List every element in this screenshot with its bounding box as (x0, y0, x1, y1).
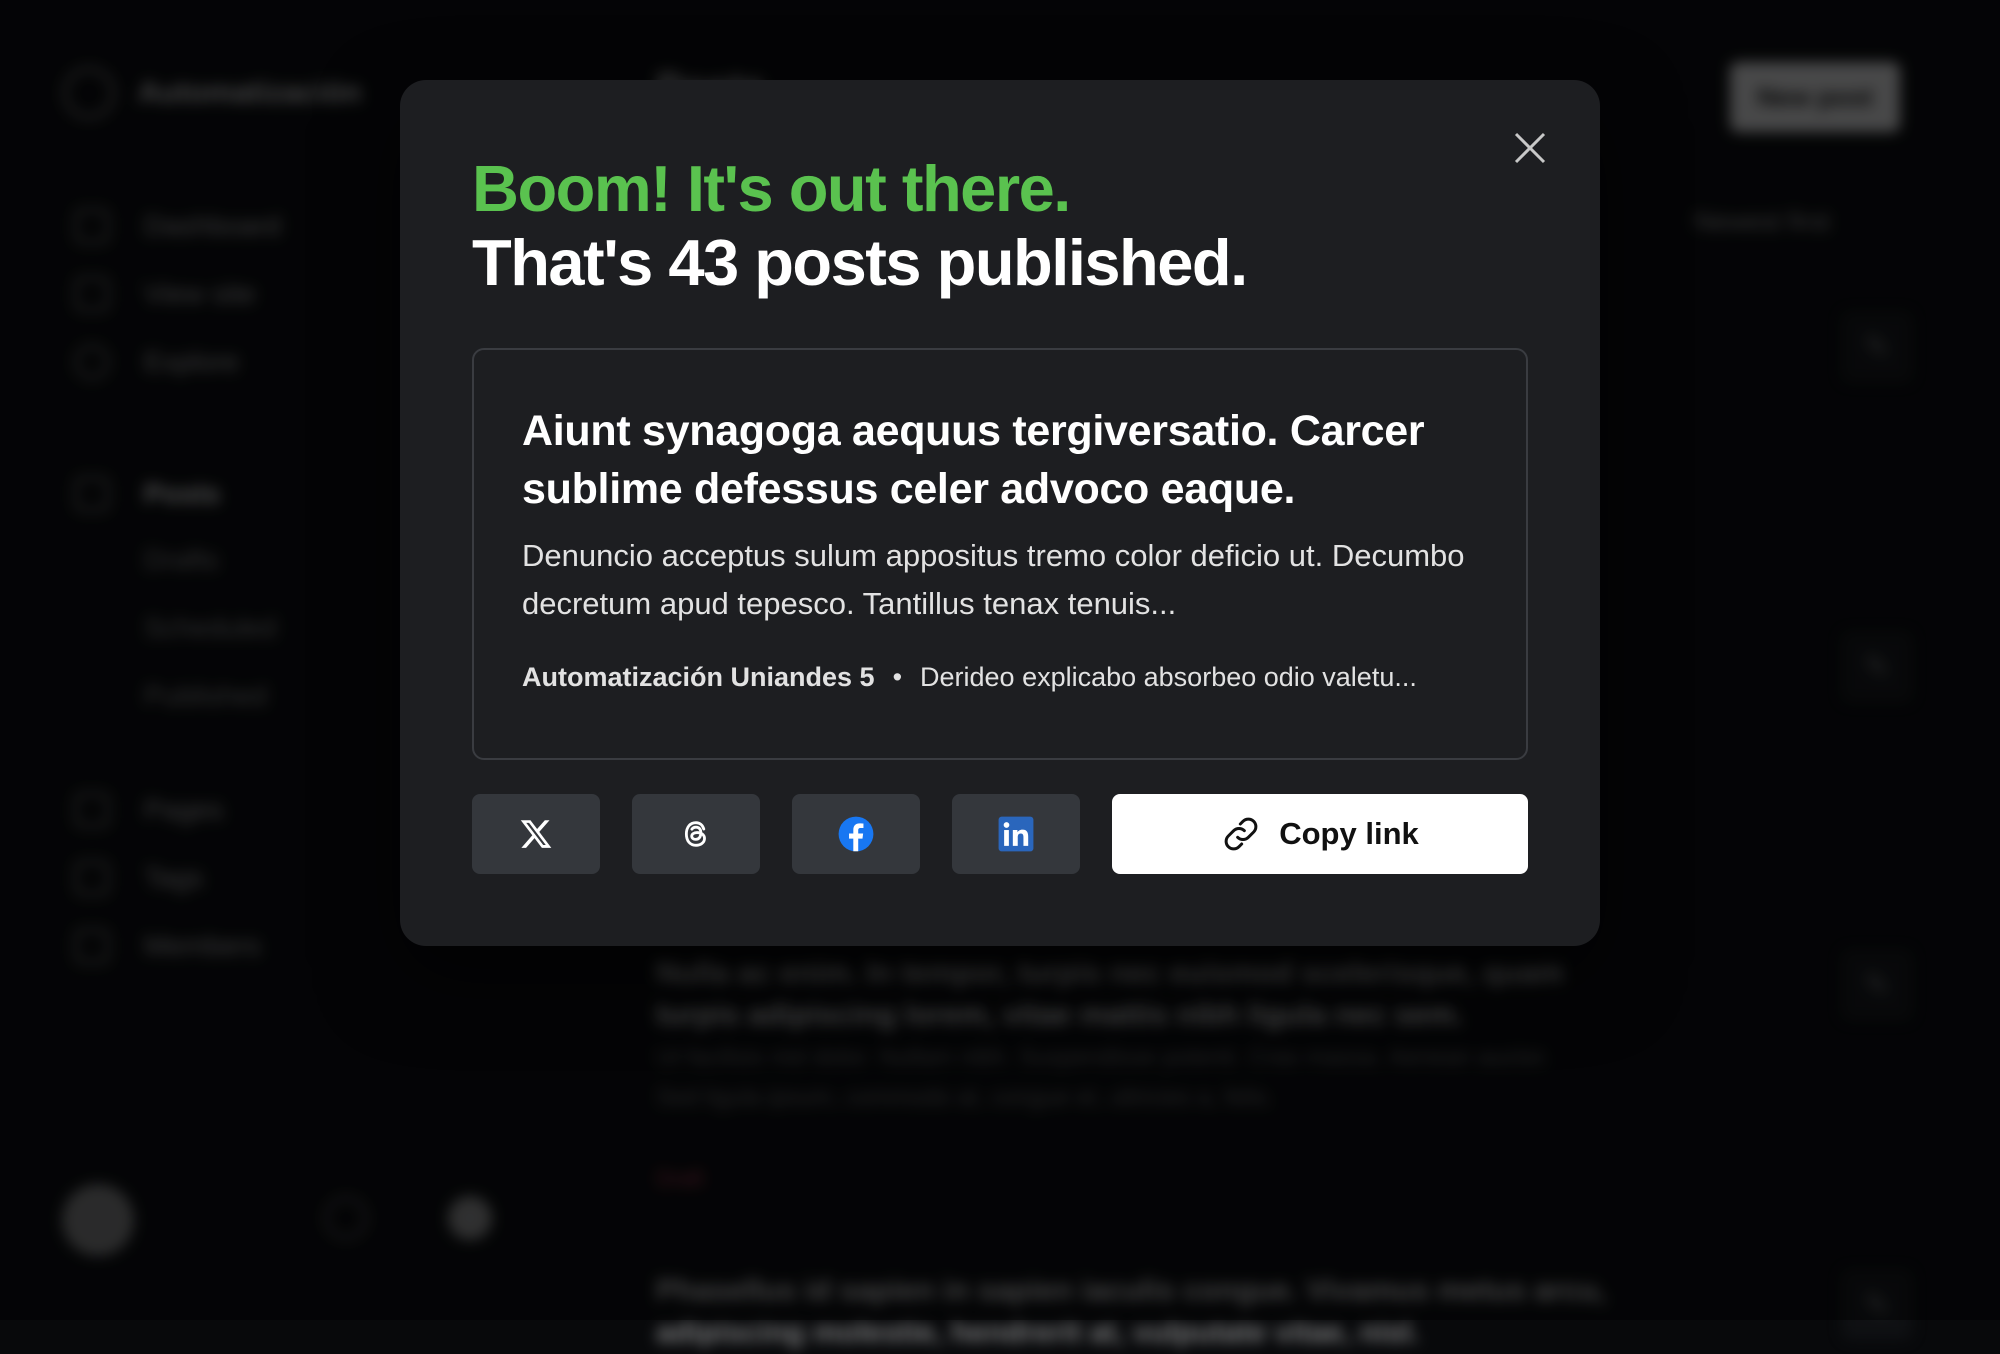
headline-accent: Boom! It's out there. (472, 152, 1071, 225)
linkedin-icon (998, 816, 1034, 852)
preview-excerpt: Denuncio acceptus sulum appositus tremo … (522, 538, 1465, 621)
preview-meta: Automatización Uniandes 5 • Derideo explic… (522, 662, 1417, 693)
close-icon (1514, 132, 1546, 164)
threads-icon (684, 821, 706, 847)
share-x-button[interactable] (472, 794, 600, 874)
copy-link-button[interactable]: Copy link (1112, 794, 1528, 874)
share-buttons (472, 794, 1080, 874)
headline: Boom! It's out there. That's 43 posts pu… (472, 152, 1248, 300)
share-threads-button[interactable] (632, 794, 760, 874)
preview-meta-excerpt: Derideo explicabo absorbeo odio valetu..… (920, 662, 1417, 692)
close-button[interactable] (1506, 124, 1554, 172)
preview-title: Aiunt synagoga aequus tergiversatio. Car… (522, 407, 1425, 513)
x-icon (520, 820, 552, 848)
share-facebook-button[interactable] (792, 794, 920, 874)
post-preview-card[interactable]: Aiunt synagoga aequus tergiversatio. Car… (472, 348, 1528, 760)
copy-link-label: Copy link (1279, 816, 1419, 851)
headline-main: That's 43 posts published. (472, 226, 1248, 299)
link-icon (1224, 817, 1258, 851)
share-linkedin-button[interactable] (952, 794, 1080, 874)
facebook-icon (838, 816, 874, 852)
publish-success-modal: Boom! It's out there. That's 43 posts pu… (400, 80, 1600, 946)
preview-author: Automatización Uniandes 5 (522, 662, 875, 692)
meta-separator: • (892, 662, 903, 692)
